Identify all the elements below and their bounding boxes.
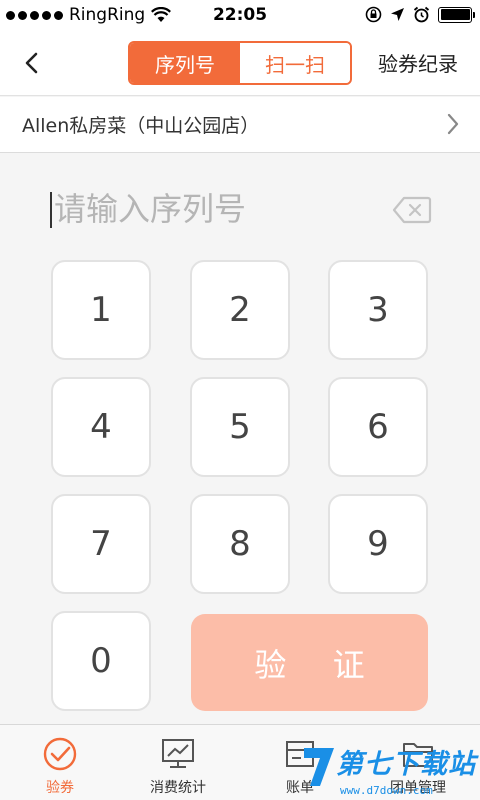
key-0[interactable]: 0 bbox=[51, 611, 151, 711]
watermark-title: 第七下载站 bbox=[336, 749, 476, 780]
serial-number-input[interactable] bbox=[54, 184, 374, 234]
key-6[interactable]: 6 bbox=[328, 377, 428, 477]
tab-scan[interactable]: 扫一扫 bbox=[240, 43, 350, 83]
tab-serial-number[interactable]: 序列号 bbox=[130, 43, 240, 83]
key-8[interactable]: 8 bbox=[190, 494, 290, 594]
key-5[interactable]: 5 bbox=[190, 377, 290, 477]
tab-verify-coupon[interactable]: 验券 bbox=[0, 725, 120, 800]
check-circle-icon bbox=[43, 737, 77, 771]
alarm-icon bbox=[413, 6, 430, 23]
verify-button[interactable]: 验 证 bbox=[191, 614, 428, 711]
backspace-icon[interactable] bbox=[392, 196, 432, 224]
watermark: 第七下载站 www.d7down.com bbox=[300, 738, 480, 800]
rotation-lock-icon bbox=[365, 6, 382, 23]
key-9[interactable]: 9 bbox=[328, 494, 428, 594]
key-1[interactable]: 1 bbox=[51, 260, 151, 360]
text-cursor bbox=[50, 192, 52, 228]
app-screen: RingRing 22:05 序列号 扫一扫 验券纪录 Allen私房菜（中山公… bbox=[0, 0, 480, 800]
mode-segmented-control: 序列号 扫一扫 bbox=[128, 41, 352, 85]
tab-label: 消费统计 bbox=[150, 780, 206, 796]
key-7[interactable]: 7 bbox=[51, 494, 151, 594]
chevron-right-icon bbox=[447, 113, 459, 135]
store-name: Allen私房菜（中山公园店） bbox=[22, 115, 260, 137]
verification-history-link[interactable]: 验券纪录 bbox=[378, 48, 458, 77]
location-arrow-icon bbox=[391, 8, 404, 21]
key-2[interactable]: 2 bbox=[190, 260, 290, 360]
watermark-logo bbox=[304, 748, 334, 786]
key-3[interactable]: 3 bbox=[328, 260, 428, 360]
serial-input-area bbox=[0, 154, 480, 254]
back-button[interactable] bbox=[14, 46, 48, 80]
key-4[interactable]: 4 bbox=[51, 377, 151, 477]
chart-icon bbox=[162, 739, 194, 768]
watermark-url: www.d7down.com bbox=[340, 784, 433, 797]
battery-icon bbox=[438, 6, 475, 23]
nav-bar: 序列号 扫一扫 验券纪录 bbox=[0, 32, 480, 96]
store-selector[interactable]: Allen私房菜（中山公园店） bbox=[0, 97, 480, 153]
tab-label: 验券 bbox=[46, 780, 74, 796]
status-right bbox=[365, 6, 475, 23]
tab-consumption-stats[interactable]: 消费统计 bbox=[118, 725, 238, 800]
status-bar: RingRing 22:05 bbox=[0, 0, 480, 32]
chevron-left-icon bbox=[25, 52, 38, 74]
